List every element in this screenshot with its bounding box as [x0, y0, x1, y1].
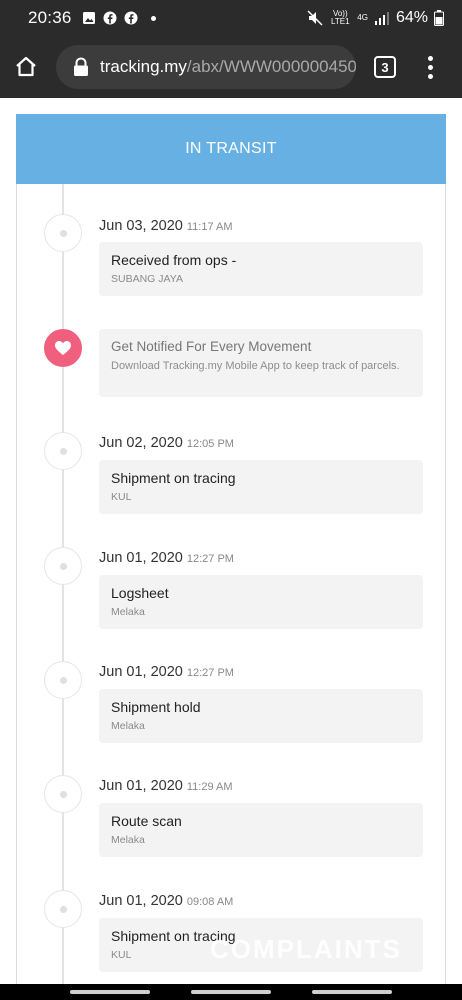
timeline-node [44, 214, 82, 252]
promo-title: Get Notified For Every Movement [111, 339, 312, 354]
event-card: Logsheet Melaka [99, 575, 423, 629]
event-date: Jun 01, 2020 09:08 AM [99, 893, 234, 909]
event-title: Logsheet [111, 585, 169, 601]
gallery-icon [82, 12, 95, 24]
url-path: /abx/WWW000000450 [186, 57, 356, 76]
event-date: Jun 01, 2020 12:27 PM [99, 664, 234, 680]
timeline-node [44, 890, 82, 928]
address-bar[interactable]: tracking.my/abx/WWW000000450 [56, 45, 356, 89]
event-date: Jun 01, 2020 11:29 AM [99, 778, 233, 794]
event-date: Jun 03, 2020 11:17 AM [99, 218, 233, 234]
facebook-icon [124, 11, 138, 25]
promo-text: Download Tracking.my Mobile App to keep … [111, 360, 400, 372]
signal-icon [374, 11, 389, 25]
browser-toolbar: tracking.my/abx/WWW000000450 3 [0, 36, 462, 98]
notification-dot-icon [150, 15, 156, 21]
home-gesture-button[interactable] [191, 990, 271, 994]
facebook-icon [103, 11, 117, 25]
event-location: KUL [111, 491, 132, 503]
shipment-status-header: IN TRANSIT [16, 114, 446, 184]
heart-icon [44, 329, 82, 367]
app-promo-card[interactable]: Get Notified For Every Movement Download… [99, 329, 423, 397]
volte-indicator: Vo)) LTE1 [331, 9, 350, 26]
event-card: Shipment on tracing KUL [99, 460, 423, 514]
lock-icon [74, 57, 88, 76]
url-host: tracking.my [100, 57, 187, 76]
event-location: SUBANG JAYA [111, 273, 183, 285]
recents-button[interactable] [70, 990, 150, 994]
event-title: Shipment on tracing [111, 470, 236, 486]
event-title: Received from ops - [111, 252, 237, 268]
timeline-node [44, 775, 82, 813]
battery-icon [434, 10, 444, 26]
timeline-node [44, 547, 82, 585]
timeline-node [44, 432, 82, 470]
system-navigation-bar [0, 984, 462, 1000]
event-title: Route scan [111, 813, 182, 829]
overflow-menu-button[interactable] [420, 50, 440, 84]
event-location: Melaka [111, 720, 145, 732]
mute-icon [307, 10, 323, 26]
event-card: Route scan Melaka [99, 803, 423, 857]
event-card: Received from ops - SUBANG JAYA [99, 242, 423, 296]
home-icon [16, 56, 36, 77]
timeline-node [44, 661, 82, 699]
watermark: COMPLAINTS [210, 934, 402, 964]
back-button[interactable] [312, 990, 392, 994]
home-button[interactable] [0, 36, 52, 98]
tab-switcher-button[interactable]: 3 [374, 56, 396, 78]
event-date: Jun 01, 2020 12:27 PM [99, 550, 234, 566]
clock: 20:36 [28, 8, 72, 27]
event-location: Melaka [111, 834, 145, 846]
status-bar: 20:36 Vo)) LTE1 4G 64% [0, 0, 462, 36]
event-card: Shipment hold Melaka [99, 689, 423, 743]
network-type: 4G [357, 13, 368, 22]
tracking-page: IN TRANSIT Jun 03, 2020 11:17 AM Received… [0, 98, 462, 984]
event-date: Jun 02, 2020 12:05 PM [99, 435, 234, 451]
battery-percent: 64% [395, 9, 428, 26]
event-location: Melaka [111, 606, 145, 618]
event-title: Shipment hold [111, 699, 201, 715]
